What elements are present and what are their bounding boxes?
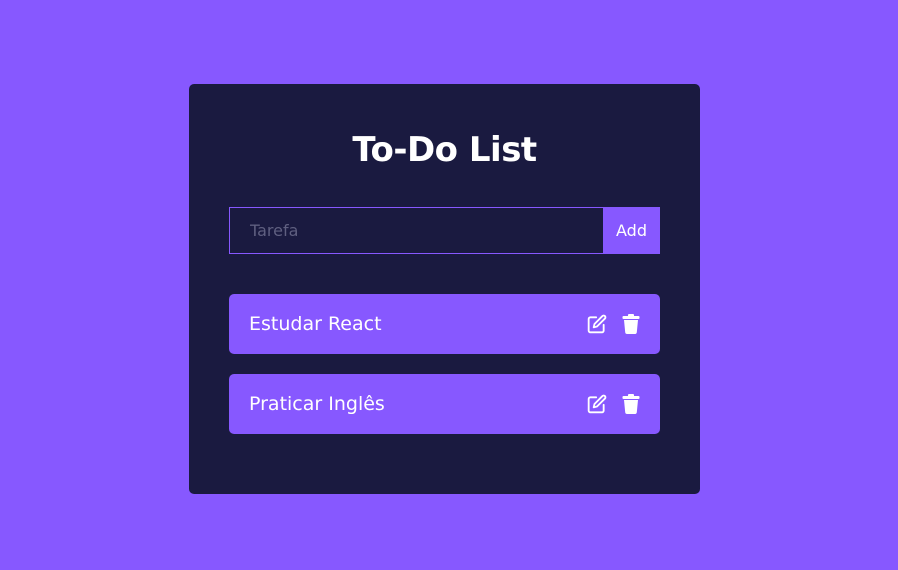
todo-actions	[587, 314, 641, 334]
todo-form: Add	[229, 207, 660, 254]
todo-item: Praticar Inglês	[229, 374, 660, 434]
trash-icon[interactable]	[621, 394, 641, 414]
todo-text[interactable]: Praticar Inglês	[249, 393, 385, 415]
todo-list: Estudar React Praticar Inglês	[229, 294, 660, 454]
add-task-button[interactable]: Add	[603, 207, 660, 254]
task-input[interactable]	[229, 207, 603, 254]
page-title: To-Do List	[352, 130, 537, 170]
trash-icon[interactable]	[621, 314, 641, 334]
edit-icon[interactable]	[587, 394, 607, 414]
todo-item: Estudar React	[229, 294, 660, 354]
todo-wrapper: To-Do List Add Estudar React	[189, 84, 700, 494]
todo-actions	[587, 394, 641, 414]
edit-icon[interactable]	[587, 314, 607, 334]
todo-text[interactable]: Estudar React	[249, 313, 382, 335]
